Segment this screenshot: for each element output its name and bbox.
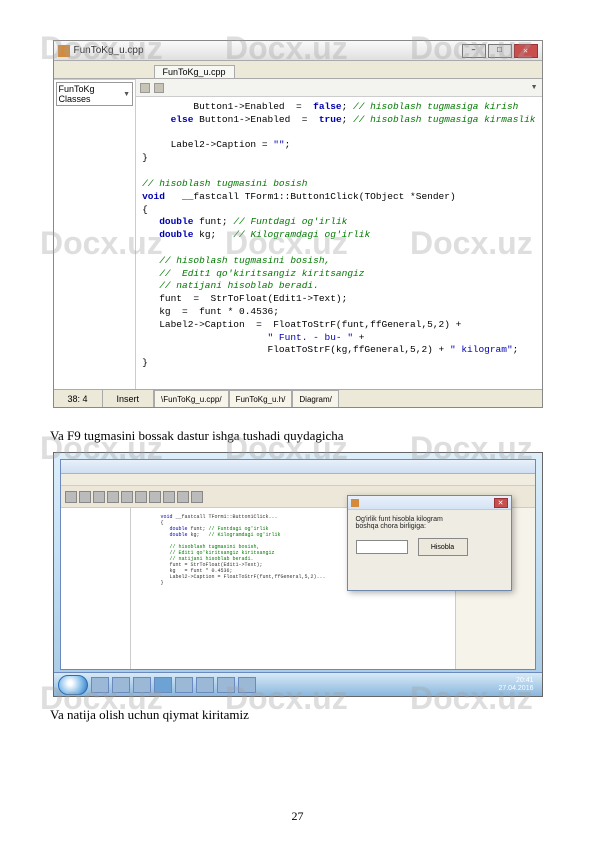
paragraph-2: Va natija olish uchun qiymat kiritamiz <box>50 707 545 723</box>
maximize-button[interactable]: □ <box>488 44 512 58</box>
weight-input[interactable] <box>356 540 408 554</box>
dialog-label-1: Og'irlik funt hisobla kilogram <box>356 516 503 523</box>
tool-icon[interactable] <box>191 491 203 503</box>
close-button[interactable]: ✕ <box>514 44 538 58</box>
taskbar-icon[interactable] <box>238 677 256 693</box>
status-bar: 38: 4 Insert \FunToKg_u.cpp/ FunToKg_u.h… <box>54 389 542 407</box>
class-dropdown[interactable]: FunToKg Classes ▼ <box>56 82 134 106</box>
taskbar-icon[interactable] <box>196 677 214 693</box>
tool-icon[interactable] <box>65 491 77 503</box>
tool-icon[interactable] <box>149 491 161 503</box>
calculate-button[interactable]: Hisobla <box>418 538 468 556</box>
taskbar-icon[interactable] <box>175 677 193 693</box>
tool-icon[interactable] <box>107 491 119 503</box>
dialog-title-icon <box>351 499 359 507</box>
ide-left-panel <box>61 508 131 669</box>
taskbar-icon[interactable] <box>133 677 151 693</box>
nav-back-icon[interactable] <box>140 83 150 93</box>
dialog-label-2: boshqa chora birligiga: <box>356 523 503 530</box>
code-toolbar: ▼ <box>136 79 541 97</box>
tab-file[interactable]: FunToKg_u.cpp <box>154 65 235 78</box>
class-browser-panel: FunToKg Classes ▼ <box>54 79 137 389</box>
tool-icon[interactable] <box>79 491 91 503</box>
window-title: FunToKg_u.cpp <box>74 45 462 56</box>
code-editor-window: FunToKg_u.cpp – □ ✕ FunToKg_u.cpp FunToK… <box>53 40 543 408</box>
taskbar-clock: 20:41 27.04.2016 <box>498 677 537 692</box>
cursor-position: 38: 4 <box>54 390 103 407</box>
tool-icon[interactable] <box>163 491 175 503</box>
chevron-down-icon: ▼ <box>123 91 130 98</box>
file-icon <box>58 45 70 57</box>
class-dropdown-label: FunToKg Classes <box>59 84 124 104</box>
page-number: 27 <box>0 809 595 824</box>
ide-titlebar <box>61 460 535 474</box>
tab-bar: FunToKg_u.cpp <box>54 61 542 79</box>
bottom-tab-diagram[interactable]: Diagram/ <box>292 390 338 407</box>
minimize-button[interactable]: – <box>462 44 486 58</box>
ide-menubar <box>61 474 535 486</box>
taskbar-icon[interactable] <box>112 677 130 693</box>
desktop-screenshot: void __fastcall TForm1::Button1Click... … <box>53 452 543 697</box>
mini-code-preview: void __fastcall TForm1::Button1Click... … <box>161 514 326 592</box>
taskbar-icon[interactable] <box>217 677 235 693</box>
nav-fwd-icon[interactable] <box>154 83 164 93</box>
tool-icon[interactable] <box>121 491 133 503</box>
dialog-titlebar: ✕ <box>348 496 511 510</box>
bottom-tab-h[interactable]: FunToKg_u.h/ <box>229 390 293 407</box>
bottom-tab-cpp[interactable]: \FunToKg_u.cpp/ <box>154 390 229 407</box>
taskbar: 20:41 27.04.2016 <box>54 672 542 696</box>
start-button[interactable] <box>58 675 88 695</box>
edit-mode: Insert <box>103 390 155 407</box>
dialog-close-button[interactable]: ✕ <box>494 498 508 508</box>
taskbar-icon[interactable] <box>154 677 172 693</box>
tool-icon[interactable] <box>93 491 105 503</box>
window-titlebar: FunToKg_u.cpp – □ ✕ <box>54 41 542 61</box>
paragraph-1: Va F9 tugmasini bossak dastur ishga tush… <box>50 428 545 444</box>
tool-icon[interactable] <box>135 491 147 503</box>
code-editor[interactable]: Button1->Enabled = false; // hisoblash t… <box>136 97 541 389</box>
app-dialog: ✕ Og'irlik funt hisobla kilogram boshqa … <box>347 495 512 591</box>
tool-icon[interactable] <box>177 491 189 503</box>
taskbar-icon[interactable] <box>91 677 109 693</box>
dropdown-icon[interactable]: ▼ <box>531 84 538 91</box>
